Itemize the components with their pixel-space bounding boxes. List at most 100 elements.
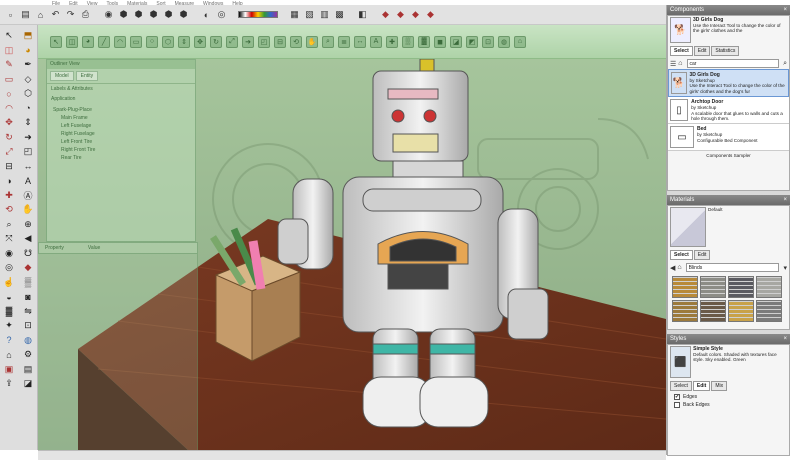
- color-strip[interactable]: [238, 11, 278, 18]
- back-edges-checkbox[interactable]: Back Edges: [668, 401, 789, 409]
- select-icon[interactable]: ↖: [50, 35, 62, 48]
- tab-select[interactable]: Select: [670, 381, 692, 391]
- polygon-tool-icon[interactable]: ⬡: [20, 87, 36, 100]
- select-tool-icon[interactable]: ↖: [1, 29, 17, 42]
- list-item[interactable]: 🐕 3D Girls Dog by Sketchup Use the Inter…: [668, 69, 789, 98]
- view-options-icon[interactable]: ☰: [670, 60, 676, 68]
- list-item[interactable]: ▭ Bed by Sketchup Configurable Bed Compo…: [668, 124, 789, 152]
- close-icon[interactable]: ×: [783, 197, 787, 203]
- 3dtext-icon[interactable]: Ⓐ: [20, 189, 36, 202]
- tape-icon[interactable]: ⊟: [274, 35, 286, 48]
- right-view-icon[interactable]: ⬢: [162, 8, 175, 21]
- material-swatch[interactable]: [700, 300, 726, 322]
- home-icon[interactable]: ⌂: [678, 60, 682, 67]
- tab-edit[interactable]: Edit: [693, 250, 711, 260]
- open-file-icon[interactable]: ▤: [19, 8, 32, 21]
- drape-icon[interactable]: ▓: [418, 35, 430, 48]
- position-camera-icon[interactable]: ◎: [215, 8, 228, 21]
- pushpull-tool-icon[interactable]: ⇕: [20, 116, 36, 129]
- detail-tool-icon[interactable]: ✦: [1, 319, 17, 332]
- zoom-tool-icon[interactable]: ⌕: [1, 218, 17, 231]
- style-tool-icon[interactable]: ▤: [20, 363, 36, 376]
- undo-icon[interactable]: ↶: [49, 8, 62, 21]
- circle-icon[interactable]: ○: [146, 35, 158, 48]
- pie-tool-icon[interactable]: ◔: [20, 102, 36, 115]
- text-tool-icon[interactable]: A: [20, 174, 36, 187]
- new-file-icon[interactable]: ▫: [4, 8, 17, 21]
- iso-view-icon[interactable]: ⬢: [117, 8, 130, 21]
- tree-item[interactable]: Spark-Plug-Place: [53, 106, 189, 114]
- help-tool-icon[interactable]: ?: [1, 334, 17, 347]
- close-icon[interactable]: ×: [783, 7, 787, 13]
- tab-select[interactable]: Select: [670, 46, 693, 56]
- tab-mix[interactable]: Mix: [711, 381, 728, 391]
- photo-match-icon[interactable]: ⊡: [482, 35, 494, 48]
- tree-item[interactable]: Main Frame: [53, 114, 189, 122]
- components-title-bar[interactable]: Components ×: [667, 5, 790, 15]
- move-tool-icon[interactable]: ✥: [1, 116, 17, 129]
- wireframe-icon[interactable]: ▧: [303, 8, 316, 21]
- text-icon[interactable]: A: [370, 35, 382, 48]
- zoom-window-icon[interactable]: ⊕: [20, 218, 36, 231]
- tree-item[interactable]: Left Front Tire: [53, 138, 189, 146]
- union-icon[interactable]: ◪: [450, 35, 462, 48]
- photo-tool-icon[interactable]: ⊡: [20, 319, 36, 332]
- scale-icon[interactable]: ⤢: [226, 35, 238, 48]
- smoove-tool-icon[interactable]: ◒: [1, 290, 17, 303]
- material-swatch[interactable]: [672, 276, 698, 298]
- line-icon[interactable]: ╱: [98, 35, 110, 48]
- rectangle-icon[interactable]: ▭: [130, 35, 142, 48]
- tab-edit[interactable]: Edit: [693, 46, 711, 56]
- tree-item[interactable]: Right Front Tire: [53, 146, 189, 154]
- warehouse-icon[interactable]: ⌂: [514, 35, 526, 48]
- dim-tool-icon[interactable]: ↔: [20, 160, 36, 173]
- home-icon[interactable]: ⌂: [34, 8, 47, 21]
- tab-statistics[interactable]: Statistics: [711, 46, 740, 56]
- tree-item[interactable]: Rear Tire: [53, 154, 189, 162]
- pan-tool-icon[interactable]: ✋: [20, 203, 36, 216]
- tree-item[interactable]: Left Fuselage: [53, 122, 189, 130]
- rotate-tool-icon[interactable]: ↻: [1, 131, 17, 144]
- circle-tool-icon[interactable]: ○: [1, 87, 17, 100]
- tape-tool-icon[interactable]: ⊟: [1, 160, 17, 173]
- warehouse-tool-icon[interactable]: ⌂: [1, 348, 17, 361]
- back-view-icon[interactable]: ⬢: [177, 8, 190, 21]
- close-icon[interactable]: ×: [783, 336, 787, 342]
- paint-tool-icon[interactable]: ◕: [20, 44, 36, 57]
- tab-entity[interactable]: Entity: [75, 71, 99, 81]
- orbit-icon[interactable]: ⟲: [290, 35, 302, 48]
- section-fill-icon[interactable]: ◆: [394, 8, 407, 21]
- tab-select[interactable]: Select: [670, 250, 693, 260]
- 3d-viewport[interactable]: Outliner View Model Entity Labels & Attr…: [38, 59, 666, 450]
- list-item[interactable]: ▯ Archtop Door by Sketchup A scalable do…: [668, 97, 789, 125]
- offset-icon[interactable]: ◰: [258, 35, 270, 48]
- redo-icon[interactable]: ↷: [64, 8, 77, 21]
- sandbox-tool-icon[interactable]: ▒: [20, 276, 36, 289]
- section-plane-icon[interactable]: ◆: [379, 8, 392, 21]
- interact-tool-icon[interactable]: ☝: [1, 276, 17, 289]
- subtract-icon[interactable]: ◩: [466, 35, 478, 48]
- eraser-tool-icon[interactable]: ◫: [1, 44, 17, 57]
- zoom-extents-icon[interactable]: ⤧: [1, 232, 17, 245]
- make-component-icon[interactable]: ⬒: [20, 29, 36, 42]
- rotated-rect-icon[interactable]: ◇: [20, 73, 36, 86]
- home-icon[interactable]: ⌂: [677, 264, 681, 271]
- eraser-icon[interactable]: ◫: [66, 35, 78, 48]
- material-swatch[interactable]: [728, 276, 754, 298]
- preview-tool-icon[interactable]: ◪: [20, 377, 36, 390]
- drape-tool-icon[interactable]: ▓: [1, 305, 17, 318]
- print-icon[interactable]: ⎙: [79, 8, 92, 21]
- tab-model[interactable]: Model: [50, 71, 74, 81]
- dimension-icon[interactable]: ↔: [354, 35, 366, 48]
- tab-edit[interactable]: Edit: [692, 381, 711, 391]
- pan-icon[interactable]: ✋: [306, 35, 318, 48]
- followme-icon[interactable]: ➜: [242, 35, 254, 48]
- back-icon[interactable]: ◀: [670, 264, 675, 272]
- material-swatch[interactable]: [728, 300, 754, 322]
- share-tool-icon[interactable]: ⇪: [1, 377, 17, 390]
- move-icon[interactable]: ✥: [194, 35, 206, 48]
- component-search-input[interactable]: car: [686, 59, 780, 68]
- material-swatch[interactable]: [756, 276, 782, 298]
- previous-view-icon[interactable]: ◀: [20, 232, 36, 245]
- material-swatch[interactable]: [672, 300, 698, 322]
